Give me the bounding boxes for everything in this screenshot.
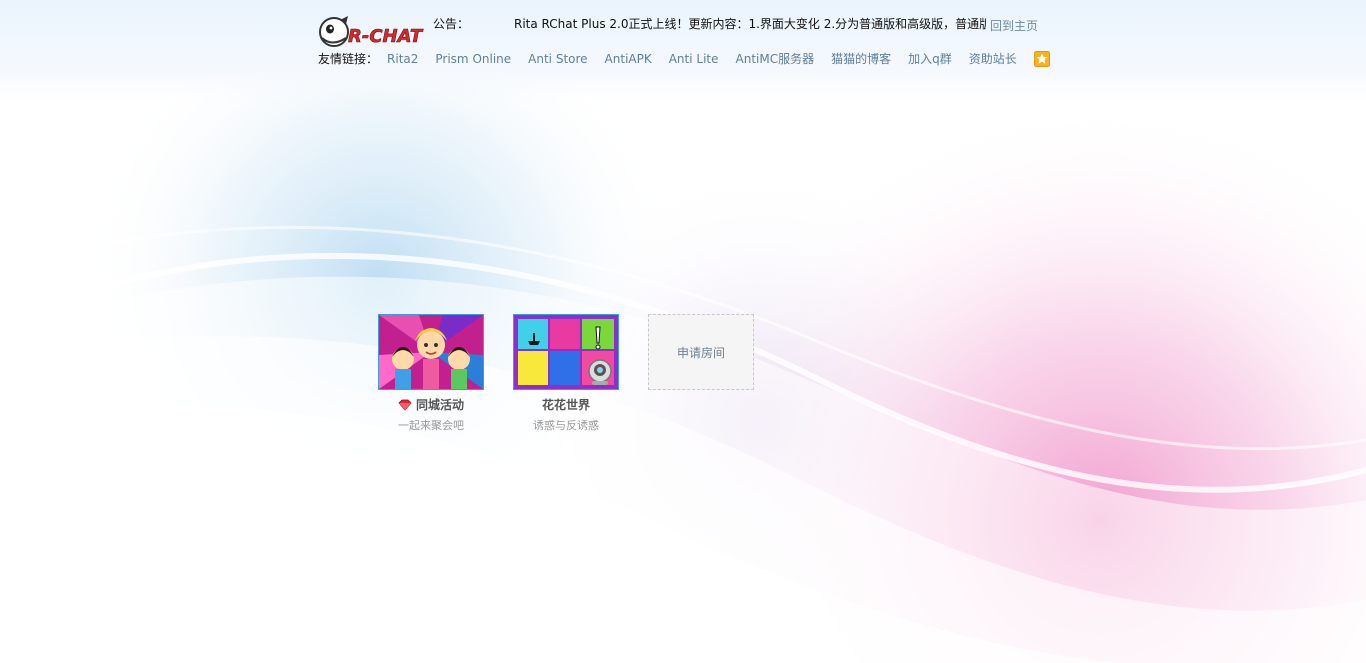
colorful-tiles-image <box>514 315 618 389</box>
room-card-tongcheng[interactable]: 同城活动 一起来聚会吧 <box>378 314 484 433</box>
notice-label: 公告： <box>433 17 470 31</box>
friend-link-anti-store[interactable]: Anti Store <box>528 51 587 67</box>
svg-text:R-CHAT: R-CHAT <box>348 26 424 47</box>
room-card-huahua[interactable]: 花花世界 诱惑与反诱惑 <box>513 314 619 433</box>
friend-link-rita2[interactable]: Rita2 <box>387 51 418 67</box>
rchat-logo[interactable]: R-CHAT <box>318 14 430 50</box>
friend-link-cat-blog[interactable]: 猫猫的博客 <box>831 51 891 67</box>
notice-text: Rita RChat Plus 2.0正式上线！更新内容：1.界面大变化 2.分… <box>514 17 986 31</box>
friend-links: 友情链接： Rita2 Prism Online Anti Store Anti… <box>318 51 1050 67</box>
home-link[interactable]: 回到主页 <box>990 18 1038 34</box>
cartoon-girls-image <box>379 315 483 389</box>
friend-link-prism-online[interactable]: Prism Online <box>435 51 511 67</box>
room-name-row: 同城活动 <box>378 397 484 413</box>
room-name-tongcheng[interactable]: 同城活动 <box>416 397 464 413</box>
ruby-gem-icon <box>398 399 412 411</box>
room-desc-huahua: 诱惑与反诱惑 <box>533 419 599 432</box>
star-icon[interactable] <box>1033 51 1050 67</box>
notice-marquee: Rita RChat Plus 2.0正式上线！更新内容：1.界面大变化 2.分… <box>514 16 986 32</box>
friend-links-label: 友情链接： <box>318 52 379 66</box>
room-desc-tongcheng: 一起来聚会吧 <box>398 419 464 432</box>
room-name-row: 花花世界 <box>513 397 619 413</box>
room-thumbnail-huahua[interactable] <box>513 314 619 390</box>
friend-link-join-qq-group[interactable]: 加入q群 <box>908 51 952 67</box>
apply-room-button[interactable]: 申请房间 <box>648 314 754 390</box>
friend-link-anti-lite[interactable]: Anti Lite <box>669 51 719 67</box>
friend-link-donate[interactable]: 资助站长 <box>969 51 1017 67</box>
apply-room-label: 申请房间 <box>676 345 725 360</box>
room-name-huahua[interactable]: 花花世界 <box>542 397 590 413</box>
friend-link-antiapk[interactable]: AntiAPK <box>605 51 652 67</box>
header: R-CHAT 公告： Rita RChat Plus 2.0正式上线！更新内容：… <box>318 10 1050 90</box>
friend-link-antimc-server[interactable]: AntiMC服务器 <box>736 51 815 67</box>
room-thumbnail-tongcheng[interactable] <box>378 314 484 390</box>
